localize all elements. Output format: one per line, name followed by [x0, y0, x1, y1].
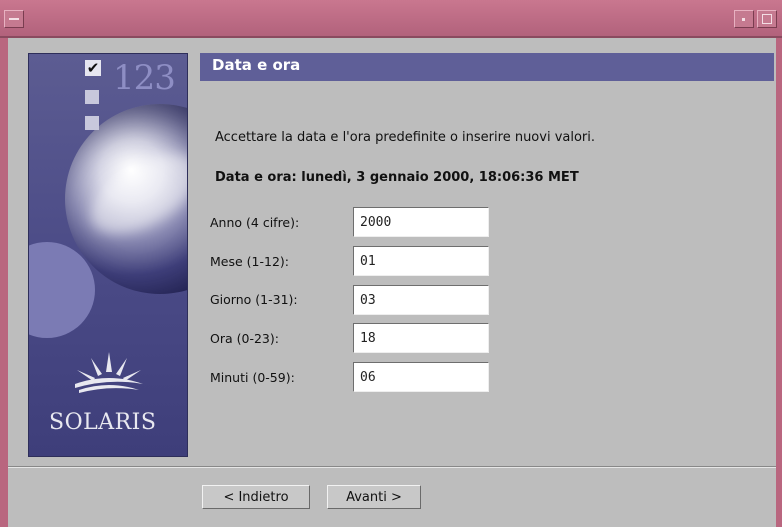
- sun-logo-icon: [75, 352, 143, 393]
- window-frame-left: [0, 38, 8, 527]
- month-label: Mese (1-12):: [210, 254, 289, 269]
- month-field[interactable]: [353, 246, 489, 276]
- current-datetime: Data e ora: lunedì, 3 gennaio 2000, 18:0…: [215, 170, 579, 185]
- minimize-icon[interactable]: [734, 10, 754, 28]
- step-box-icon: [85, 90, 99, 104]
- installer-window: ✔ 123 SOLARIS Data e ora Accettare la da…: [0, 0, 782, 527]
- checkmark-icon: ✔: [85, 59, 101, 77]
- year-field[interactable]: [353, 207, 489, 237]
- page-title: Data e ora: [212, 56, 301, 74]
- footer-divider: [8, 466, 776, 468]
- year-label: Anno (4 cifre):: [210, 215, 300, 230]
- title-bar[interactable]: [0, 0, 782, 38]
- maximize-icon[interactable]: [757, 10, 777, 28]
- page-header: Data e ora: [200, 53, 774, 81]
- day-label: Giorno (1-31):: [210, 292, 298, 307]
- instruction-text: Accettare la data e l'ora predefinite o …: [215, 130, 596, 145]
- next-button[interactable]: Avanti >: [327, 485, 421, 509]
- minute-field[interactable]: [353, 362, 489, 392]
- side-banner: ✔ 123 SOLARIS: [28, 53, 188, 457]
- window-menu-icon[interactable]: [4, 10, 24, 28]
- step-number: 123: [113, 58, 176, 98]
- step-box-icon: [85, 116, 99, 130]
- solaris-logo: SOLARIS: [49, 410, 157, 435]
- day-field[interactable]: [353, 285, 489, 315]
- hour-field[interactable]: [353, 323, 489, 353]
- window-frame-right: [776, 38, 782, 527]
- minute-label: Minuti (0-59):: [210, 370, 295, 385]
- back-button[interactable]: < Indietro: [202, 485, 310, 509]
- hour-label: Ora (0-23):: [210, 331, 279, 346]
